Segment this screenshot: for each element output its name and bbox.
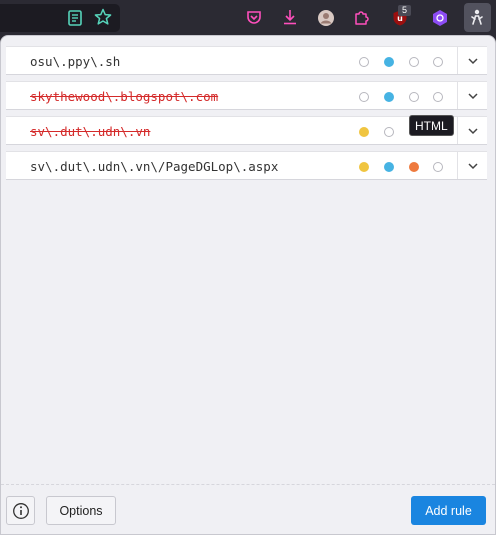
downloads-icon[interactable] <box>281 8 299 26</box>
rule-dot-3[interactable] <box>409 162 419 172</box>
expand-rule-button[interactable] <box>457 117 487 144</box>
rule-dot-1[interactable] <box>359 127 369 137</box>
info-icon <box>12 502 29 519</box>
rule-dot-3[interactable] <box>409 57 419 67</box>
chevron-down-icon <box>467 162 478 169</box>
info-button[interactable] <box>6 496 35 525</box>
chevron-down-icon <box>467 57 478 64</box>
add-rule-button[interactable]: Add rule <box>411 496 486 525</box>
rule-dot-4[interactable] <box>433 92 443 102</box>
rule-pattern: skythewood\.blogspot\.com <box>30 89 219 104</box>
rule-pattern: sv\.dut\.udn\.vn\/PageDGLop\.aspx <box>30 159 279 174</box>
expand-rule-button[interactable] <box>457 47 487 74</box>
rule-dot-4[interactable] <box>433 57 443 67</box>
rule-dot-2[interactable] <box>384 162 394 172</box>
pocket-icon[interactable] <box>245 9 263 27</box>
expand-rule-button[interactable] <box>457 152 487 179</box>
proton-extension-icon[interactable] <box>431 9 449 27</box>
account-avatar-icon[interactable] <box>317 9 335 27</box>
footer-divider <box>1 484 495 485</box>
browser-toolbar: u 5 <box>0 0 496 35</box>
rule-dot-1[interactable] <box>359 92 369 102</box>
rule-dot-2[interactable] <box>384 127 394 137</box>
rule-dot-4[interactable] <box>433 162 443 172</box>
rule-dot-1[interactable] <box>359 162 369 172</box>
expand-rule-button[interactable] <box>457 82 487 109</box>
bookmark-star-icon[interactable] <box>94 8 112 26</box>
person-extension-icon[interactable] <box>468 8 486 26</box>
reader-view-icon[interactable] <box>66 9 84 27</box>
rule-dot-1[interactable] <box>359 57 369 67</box>
rule-dot-2[interactable] <box>384 57 394 67</box>
rule-row[interactable]: osu\.ppy\.sh <box>6 46 487 75</box>
chevron-down-icon <box>467 92 478 99</box>
rule-dot-2[interactable] <box>384 92 394 102</box>
rule-row[interactable]: sv\.dut\.udn\.vn\/PageDGLop\.aspx <box>6 151 487 180</box>
extension-popup: osu\.ppy\.sh skythewood\.blogspot\.com s… <box>0 35 496 535</box>
rule-pattern: sv\.dut\.udn\.vn <box>30 124 151 139</box>
extensions-puzzle-icon[interactable] <box>353 8 371 26</box>
rule-dot-3[interactable] <box>409 92 419 102</box>
ublock-count-badge: 5 <box>398 5 411 16</box>
dot-tooltip: HTML <box>409 115 454 136</box>
rule-pattern: osu\.ppy\.sh <box>30 54 121 69</box>
options-button[interactable]: Options <box>46 496 116 525</box>
chevron-down-icon <box>467 127 478 134</box>
rule-row[interactable]: skythewood\.blogspot\.com <box>6 81 487 110</box>
